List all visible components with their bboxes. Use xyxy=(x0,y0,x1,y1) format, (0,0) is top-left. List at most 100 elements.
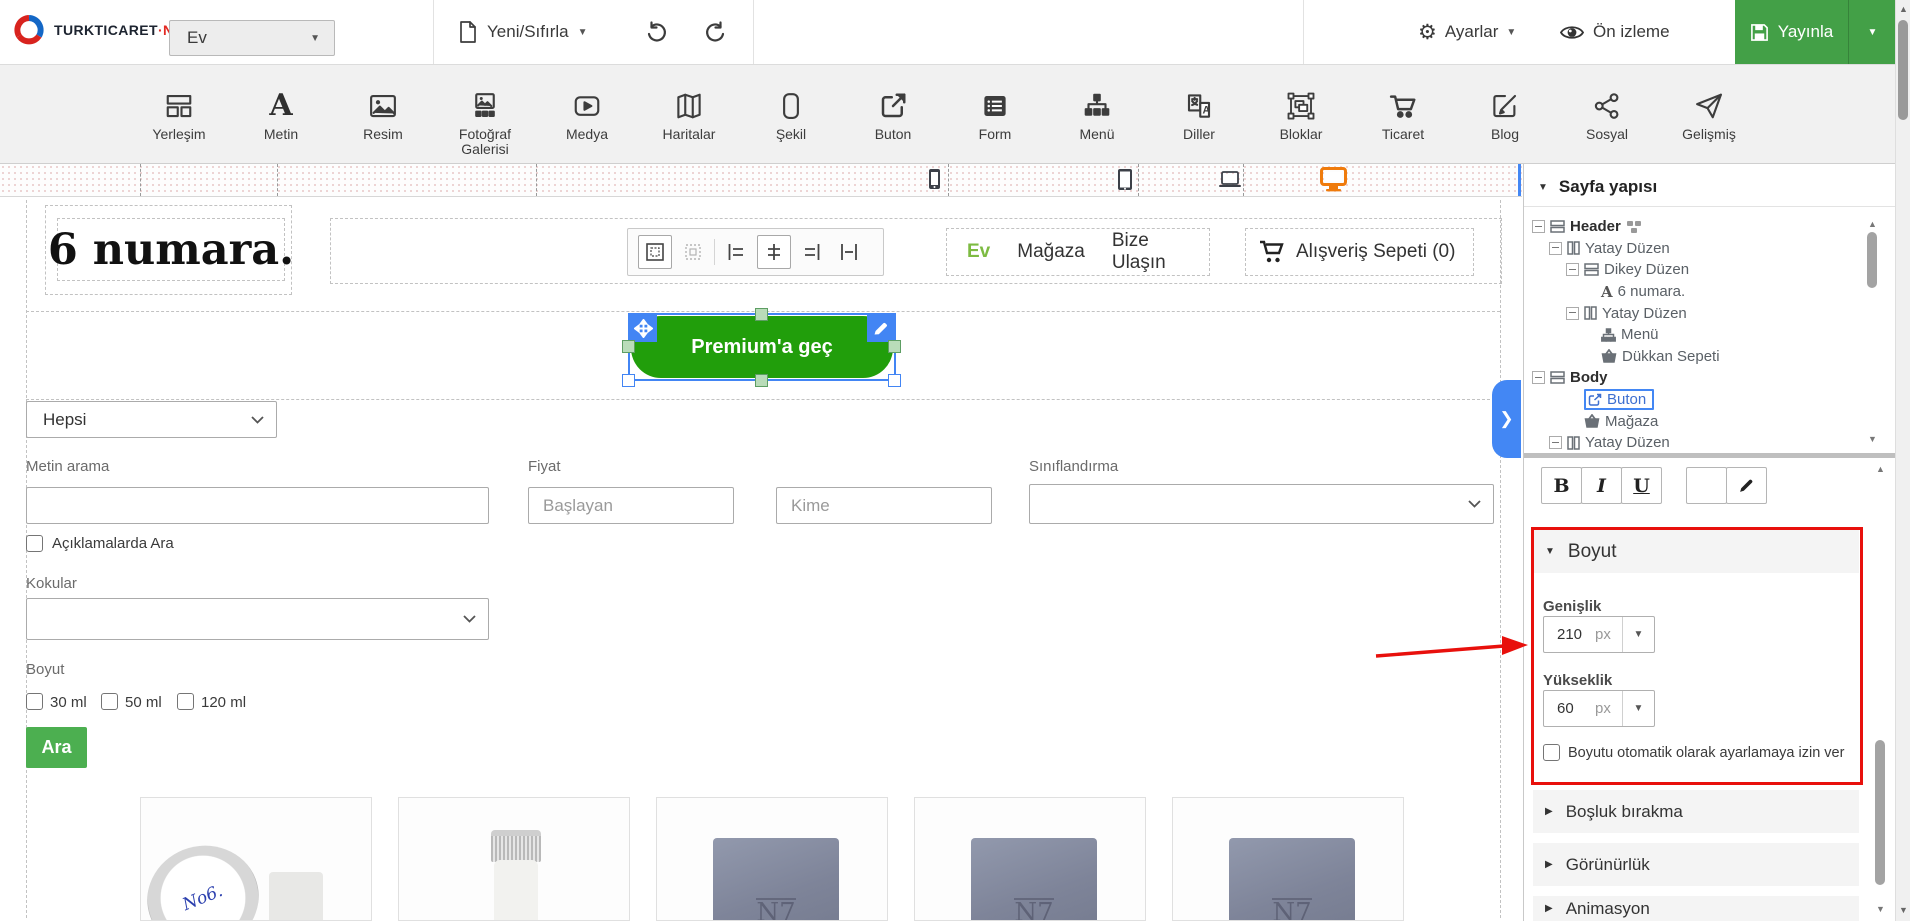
classification-select[interactable] xyxy=(1029,484,1494,524)
unit-dropdown[interactable]: ▼ xyxy=(1622,617,1654,652)
edit-pencil-button[interactable] xyxy=(1726,467,1767,504)
align-left-button[interactable] xyxy=(720,236,752,268)
price-to-input[interactable] xyxy=(776,487,992,524)
height-input[interactable]: 60 px ▼ xyxy=(1543,690,1655,727)
size-50ml-checkbox[interactable] xyxy=(101,693,118,710)
tree-node-body[interactable]: Body xyxy=(1532,367,1862,389)
menu-item-bize-ulasin[interactable]: Bize Ulaşın xyxy=(1112,230,1189,274)
page-select[interactable]: Ev ▼ xyxy=(169,20,335,56)
browser-scrollbar[interactable]: ▲ ▼ xyxy=(1895,0,1910,921)
tree-node-buton-selected[interactable]: Buton xyxy=(1532,389,1862,411)
text-search-input[interactable] xyxy=(26,487,489,524)
preview-button[interactable]: Ön izleme xyxy=(1560,16,1670,48)
product-card[interactable]: N7 xyxy=(1172,797,1404,921)
undo-button[interactable] xyxy=(643,20,669,46)
toolbar-item-menu[interactable]: Menü xyxy=(1046,79,1148,157)
tree-node-magaza[interactable]: Mağaza xyxy=(1532,410,1862,432)
breakpoint-ruler[interactable] xyxy=(0,164,1522,197)
tree-node-yatay-duzen-3[interactable]: Yatay Düzen xyxy=(1532,432,1862,454)
toolbar-item-blog[interactable]: Blog xyxy=(1454,79,1556,157)
logo-text-element[interactable]: 6 numara. xyxy=(57,218,285,281)
animation-section-header[interactable]: ▶ Animasyon xyxy=(1533,896,1859,921)
category-select[interactable]: Hepsi xyxy=(26,401,277,438)
scents-select[interactable] xyxy=(26,598,489,640)
align-right-button[interactable] xyxy=(796,236,828,268)
toolbar-item-diller[interactable]: A Diller xyxy=(1148,79,1250,157)
price-from-input[interactable] xyxy=(528,487,734,524)
visibility-section-header[interactable]: ▶ Görünürlük xyxy=(1533,843,1859,886)
resize-handle-left[interactable] xyxy=(622,340,635,353)
toolbar-item-buton[interactable]: Buton xyxy=(842,79,944,157)
align-justify-button[interactable] xyxy=(833,236,865,268)
edit-handle[interactable] xyxy=(867,315,894,342)
tree-node-header[interactable]: Header xyxy=(1532,216,1862,238)
size-section-header[interactable]: ▼ Boyut xyxy=(1533,530,1859,573)
size-30ml-checkbox[interactable] xyxy=(26,693,43,710)
toolbar-item-ticaret[interactable]: Ticaret xyxy=(1352,79,1454,157)
premium-button[interactable]: Premium'a geç xyxy=(631,316,893,378)
desktop-breakpoint-icon-active[interactable] xyxy=(1320,167,1347,192)
tree-node-dukkan-sepeti[interactable]: Dükkan Sepeti xyxy=(1532,346,1862,368)
auto-size-checkbox[interactable] xyxy=(1543,744,1560,761)
cart-widget[interactable]: Alışveriş Sepeti (0) xyxy=(1245,228,1474,276)
tree-node-yatay-duzen[interactable]: Yatay Düzen xyxy=(1532,238,1862,260)
product-card[interactable]: No6. xyxy=(140,797,372,921)
publish-dropdown-button[interactable]: ▼ xyxy=(1848,0,1896,64)
phone-breakpoint-icon[interactable] xyxy=(928,168,941,190)
tree-node-yatay-duzen-2[interactable]: Yatay Düzen xyxy=(1532,302,1862,324)
underline-button[interactable]: U xyxy=(1621,467,1662,504)
toolbar-item-haritalar[interactable]: Haritalar xyxy=(638,79,740,157)
width-input[interactable]: 210 px ▼ xyxy=(1543,616,1655,653)
panel-collapse-tab[interactable]: ❯ xyxy=(1492,380,1521,458)
tree-node-menu[interactable]: Menü xyxy=(1532,324,1862,346)
toolbar-item-sekil[interactable]: Şekil xyxy=(740,79,842,157)
resize-handle-top[interactable] xyxy=(755,308,768,321)
product-card[interactable] xyxy=(398,797,630,921)
italic-button[interactable]: I xyxy=(1581,467,1622,504)
bold-button[interactable]: B xyxy=(1541,467,1582,504)
page-structure-header[interactable]: ▼ Sayfa yapısı xyxy=(1538,177,1657,197)
collapse-toggle[interactable] xyxy=(1566,307,1579,320)
resize-handle-bottom[interactable] xyxy=(755,374,768,387)
unit-dropdown[interactable]: ▼ xyxy=(1622,691,1654,726)
toolbar-item-metin[interactable]: A Metin xyxy=(230,79,332,157)
padding-tool-button[interactable] xyxy=(677,236,709,268)
margin-tool-button[interactable] xyxy=(638,235,672,269)
toolbar-item-yerlesim[interactable]: Yerleşim xyxy=(128,79,230,157)
panel-scrollbar-thumb[interactable] xyxy=(1875,740,1885,885)
collapse-toggle[interactable] xyxy=(1549,436,1562,449)
redo-button[interactable] xyxy=(703,20,729,46)
toolbar-item-gelismis[interactable]: Gelişmiş xyxy=(1658,79,1760,157)
toolbar-item-resim[interactable]: Resim xyxy=(332,79,434,157)
size-120ml-checkbox[interactable] xyxy=(177,693,194,710)
panel-scroll-down-icon[interactable]: ▼ xyxy=(1876,904,1885,914)
toolbar-item-bloklar[interactable]: Bloklar xyxy=(1250,79,1352,157)
site-menu[interactable]: Ev Mağaza Bize Ulaşın xyxy=(946,228,1210,276)
move-handle[interactable] xyxy=(630,315,657,342)
tree-node-dikey-duzen[interactable]: Dikey Düzen xyxy=(1532,259,1862,281)
settings-button[interactable]: ⚙ Ayarlar ▼ xyxy=(1418,16,1516,48)
scroll-up-icon[interactable]: ▲ xyxy=(1899,4,1908,14)
tree-scroll-down-icon[interactable]: ▼ xyxy=(1868,434,1877,444)
new-reset-button[interactable]: Yeni/Sıfırla ▼ xyxy=(458,16,588,48)
tree-node-6-numara[interactable]: A 6 numara. xyxy=(1532,281,1862,303)
collapse-toggle[interactable] xyxy=(1532,371,1545,384)
toolbar-item-sosyal[interactable]: Sosyal xyxy=(1556,79,1658,157)
menu-item-magaza[interactable]: Mağaza xyxy=(1017,241,1085,263)
tree-scrollbar-thumb[interactable] xyxy=(1867,232,1877,288)
scrollbar-thumb[interactable] xyxy=(1898,20,1908,120)
product-card[interactable]: N7 xyxy=(914,797,1146,921)
color-swatch-button[interactable] xyxy=(1686,467,1727,504)
laptop-breakpoint-icon[interactable] xyxy=(1218,171,1242,188)
collapse-toggle[interactable] xyxy=(1549,242,1562,255)
spacing-section-header[interactable]: ▶ Boşluk bırakma xyxy=(1533,790,1859,833)
product-card[interactable]: N7 xyxy=(656,797,888,921)
menu-item-ev[interactable]: Ev xyxy=(967,241,990,263)
publish-button[interactable]: Yayınla xyxy=(1735,0,1848,64)
toolbar-item-fotograf-galerisi[interactable]: Fotoğraf Galerisi xyxy=(434,79,536,157)
toolbar-item-form[interactable]: Form xyxy=(944,79,1046,157)
resize-handle-right[interactable] xyxy=(888,340,901,353)
toolbar-item-medya[interactable]: Medya xyxy=(536,79,638,157)
search-button[interactable]: Ara xyxy=(26,727,87,768)
tree-scroll-up-icon[interactable]: ▲ xyxy=(1868,219,1877,229)
